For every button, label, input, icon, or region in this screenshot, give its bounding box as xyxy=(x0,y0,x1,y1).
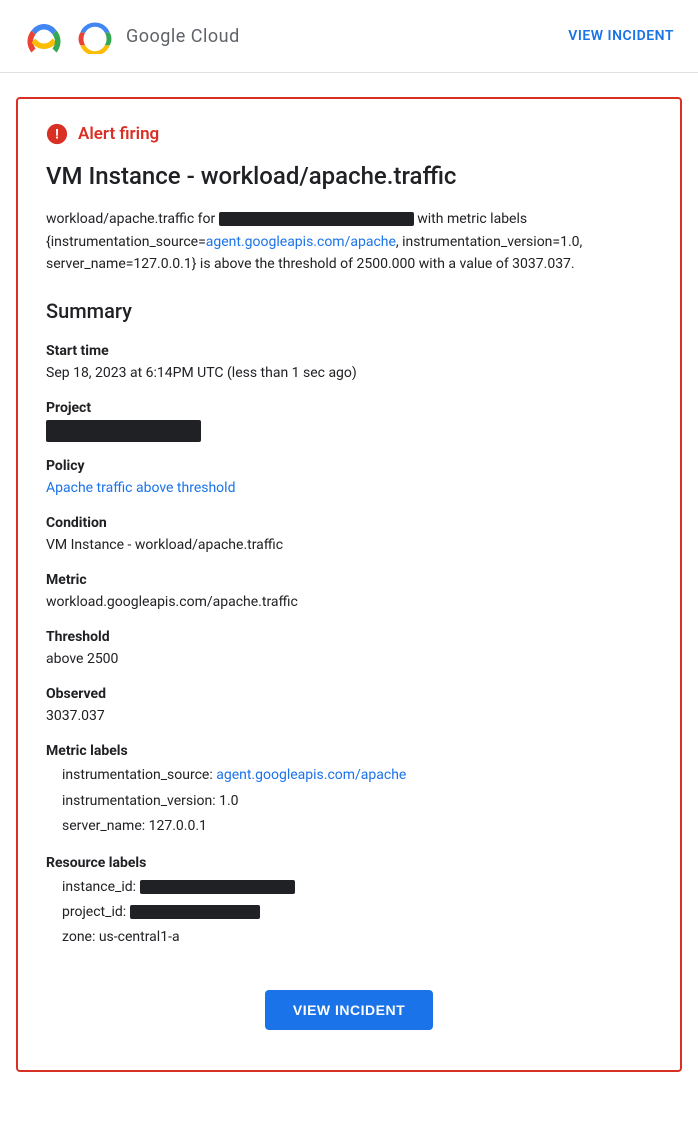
description-prefix: workload/apache.traffic for xyxy=(46,211,215,227)
alert-description: workload/apache.traffic for with metric … xyxy=(46,208,652,275)
page-header: Google Cloud VIEW INCIDENT xyxy=(0,0,698,72)
server-name-row: server_name: 127.0.0.1 xyxy=(46,814,652,839)
view-incident-button[interactable]: VIEW INCIDENT xyxy=(265,990,433,1030)
instrumentation-source-label: instrumentation_source: xyxy=(62,767,213,783)
project-label: Project xyxy=(46,400,652,416)
policy-label: Policy xyxy=(46,458,652,474)
instrumentation-source-row: instrumentation_source: agent.googleapis… xyxy=(46,763,652,788)
description-apache-link[interactable]: agent.googleapis.com/apache xyxy=(206,234,396,250)
start-time-value: Sep 18, 2023 at 6:14PM UTC (less than 1 … xyxy=(46,363,652,384)
condition-value: VM Instance - workload/apache.traffic xyxy=(46,535,652,556)
header-divider xyxy=(0,72,698,73)
alert-error-icon: ! xyxy=(46,123,68,145)
instance-id-value-redacted xyxy=(140,880,295,894)
condition-label: Condition xyxy=(46,515,652,531)
view-incident-top-link[interactable]: VIEW INCIDENT xyxy=(568,28,674,44)
svg-text:!: ! xyxy=(55,127,60,142)
project-id-label: project_id: xyxy=(62,904,126,920)
alert-card: ! Alert firing VM Instance - workload/ap… xyxy=(16,97,682,1072)
observed-value: 3037.037 xyxy=(46,706,652,727)
zone-row: zone: us-central1-a xyxy=(46,925,652,950)
threshold-value: above 2500 xyxy=(46,649,652,670)
policy-link[interactable]: Apache traffic above threshold xyxy=(46,480,235,496)
observed-label: Observed xyxy=(46,686,652,702)
instrumentation-version-row: instrumentation_version: 1.0 xyxy=(46,789,652,814)
google-cloud-logo-icon xyxy=(24,16,64,56)
instrumentation-source-link[interactable]: agent.googleapis.com/apache xyxy=(216,767,406,783)
project-id-value-redacted xyxy=(130,905,260,919)
instance-id-row: instance_id: xyxy=(46,875,652,900)
project-id-row: project_id: xyxy=(46,900,652,925)
metric-label: Metric xyxy=(46,572,652,588)
instance-id-label: instance_id: xyxy=(62,879,136,895)
project-value-redacted xyxy=(46,420,201,442)
threshold-label: Threshold xyxy=(46,629,652,645)
metric-value: workload.googleapis.com/apache.traffic xyxy=(46,592,652,613)
metric-labels-label: Metric labels xyxy=(46,743,652,759)
view-incident-button-container: VIEW INCIDENT xyxy=(46,990,652,1030)
redacted-instance xyxy=(219,212,414,226)
logo-area: Google Cloud xyxy=(24,16,240,56)
summary-heading: Summary xyxy=(46,299,652,323)
alert-firing-row: ! Alert firing xyxy=(46,123,652,145)
google-cloud-logo-icon xyxy=(74,19,116,54)
page-title: VM Instance - workload/apache.traffic xyxy=(46,161,652,192)
start-time-label: Start time xyxy=(46,343,652,359)
resource-labels-label: Resource labels xyxy=(46,855,652,871)
alert-firing-label: Alert firing xyxy=(78,124,159,144)
google-cloud-logo-text: Google Cloud xyxy=(126,26,240,47)
